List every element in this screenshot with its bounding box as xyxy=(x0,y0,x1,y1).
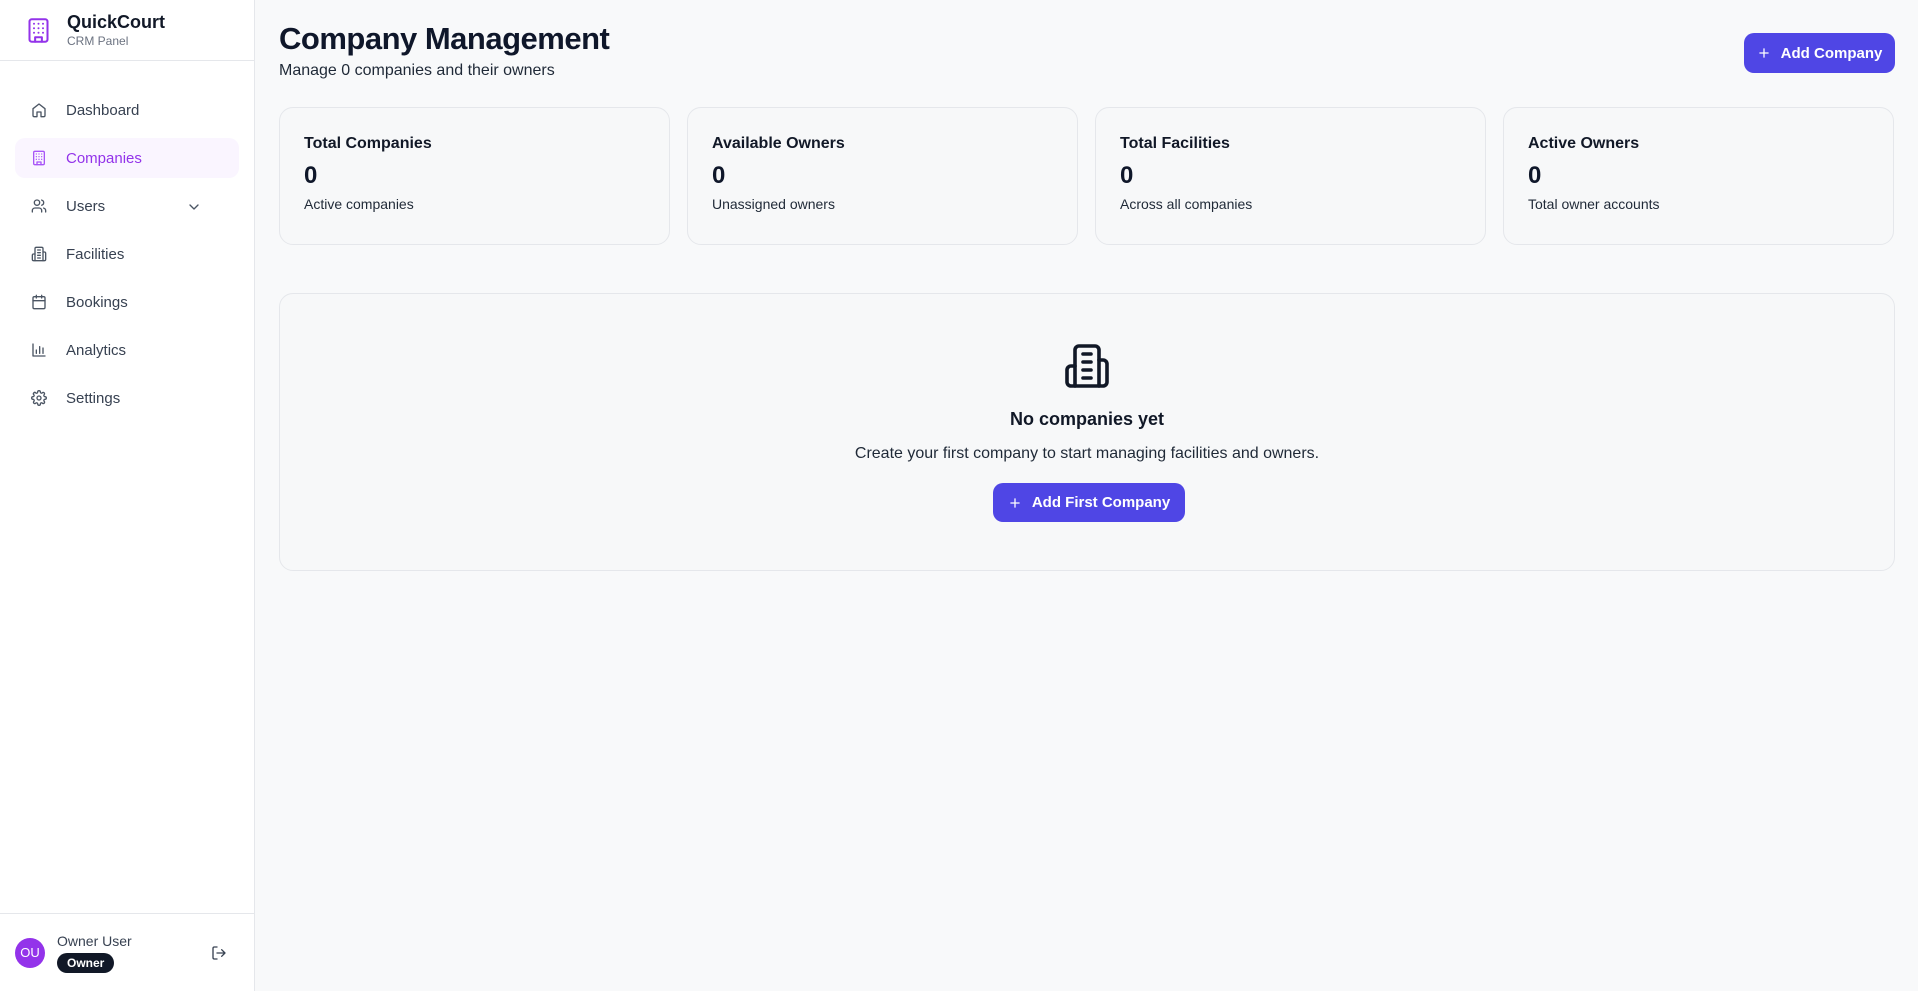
stats-row: Total Companies 0 Active companies Avail… xyxy=(279,107,1894,245)
user-name: Owner User xyxy=(57,933,132,949)
avatar[interactable]: OU xyxy=(15,937,45,968)
stat-description: Active companies xyxy=(304,196,414,212)
sidebar-item-companies[interactable]: Companies xyxy=(15,138,239,178)
stat-value: 0 xyxy=(304,162,318,189)
sidebar: QuickCourt CRM Panel Dashboard Companies… xyxy=(0,0,255,991)
logout-icon[interactable] xyxy=(211,945,227,961)
sidebar-item-users[interactable]: Users xyxy=(15,186,239,226)
sidebar-item-label: Facilities xyxy=(66,245,125,263)
calendar-icon xyxy=(32,294,46,310)
users-icon xyxy=(31,199,47,213)
user-profile: OU Owner User Owner xyxy=(0,913,255,991)
empty-state: No companies yet Create your first compa… xyxy=(279,293,1895,571)
page-subtitle: Manage 0 companies and their owners xyxy=(279,62,555,79)
plus-icon xyxy=(1010,497,1020,508)
add-company-button[interactable]: Add Company xyxy=(1744,33,1895,73)
add-first-company-label: Add First Company xyxy=(1031,494,1171,511)
bar-chart-icon xyxy=(32,343,46,357)
empty-state-title: No companies yet xyxy=(1009,409,1165,429)
building-icon xyxy=(33,150,45,166)
home-icon xyxy=(32,103,46,118)
stat-value: 0 xyxy=(1120,162,1134,189)
sidebar-item-bookings[interactable]: Bookings xyxy=(15,282,239,322)
role-badge: Owner xyxy=(57,953,115,973)
facility-icon xyxy=(1065,344,1109,388)
plus-icon xyxy=(1758,48,1769,58)
sidebar-item-label: Bookings xyxy=(66,293,128,311)
sidebar-item-label: Analytics xyxy=(66,341,127,359)
stat-title: Available Owners xyxy=(712,135,845,152)
stat-title: Active Owners xyxy=(1528,135,1640,152)
sidebar-item-label: Companies xyxy=(66,149,142,167)
stat-card-available-owners: Available Owners 0 Unassigned owners xyxy=(687,107,1078,245)
sidebar-item-label: Settings xyxy=(66,389,121,407)
stat-description: Across all companies xyxy=(1120,196,1253,212)
sidebar-item-analytics[interactable]: Analytics xyxy=(15,330,239,370)
stat-title: Total Companies xyxy=(304,135,432,152)
sidebar-item-dashboard[interactable]: Dashboard xyxy=(15,90,239,130)
building-icon xyxy=(28,17,49,43)
brand-title: QuickCourt xyxy=(67,12,166,32)
add-company-label: Add Company xyxy=(1780,44,1883,62)
main-content: Company Management Manage 0 companies an… xyxy=(255,0,1918,991)
page-title: Company Management xyxy=(279,21,610,56)
stat-title: Total Facilities xyxy=(1120,135,1230,152)
add-first-company-button[interactable]: Add First Company xyxy=(993,483,1185,522)
stat-card-total-companies: Total Companies 0 Active companies xyxy=(279,107,670,245)
stat-description: Unassigned owners xyxy=(712,196,835,212)
facility-icon xyxy=(31,246,47,262)
chevron-down-icon[interactable] xyxy=(186,199,202,215)
sidebar-item-settings[interactable]: Settings xyxy=(15,378,239,418)
sidebar-item-label: Users xyxy=(66,197,106,215)
empty-state-description: Create your first company to start manag… xyxy=(854,445,1320,462)
brand-subtitle: CRM Panel xyxy=(67,34,129,48)
sidebar-item-facilities[interactable]: Facilities xyxy=(15,234,239,274)
stat-card-active-owners: Active Owners 0 Total owner accounts xyxy=(1503,107,1894,245)
brand: QuickCourt CRM Panel xyxy=(0,0,254,61)
stat-value: 0 xyxy=(1528,162,1542,189)
stat-description: Total owner accounts xyxy=(1528,196,1660,212)
stat-card-total-facilities: Total Facilities 0 Across all companies xyxy=(1095,107,1486,245)
sidebar-item-label: Dashboard xyxy=(66,101,140,119)
gear-icon xyxy=(31,390,47,406)
stat-value: 0 xyxy=(712,162,726,189)
sidebar-nav: Dashboard Companies Users Facilities Boo… xyxy=(0,61,254,418)
